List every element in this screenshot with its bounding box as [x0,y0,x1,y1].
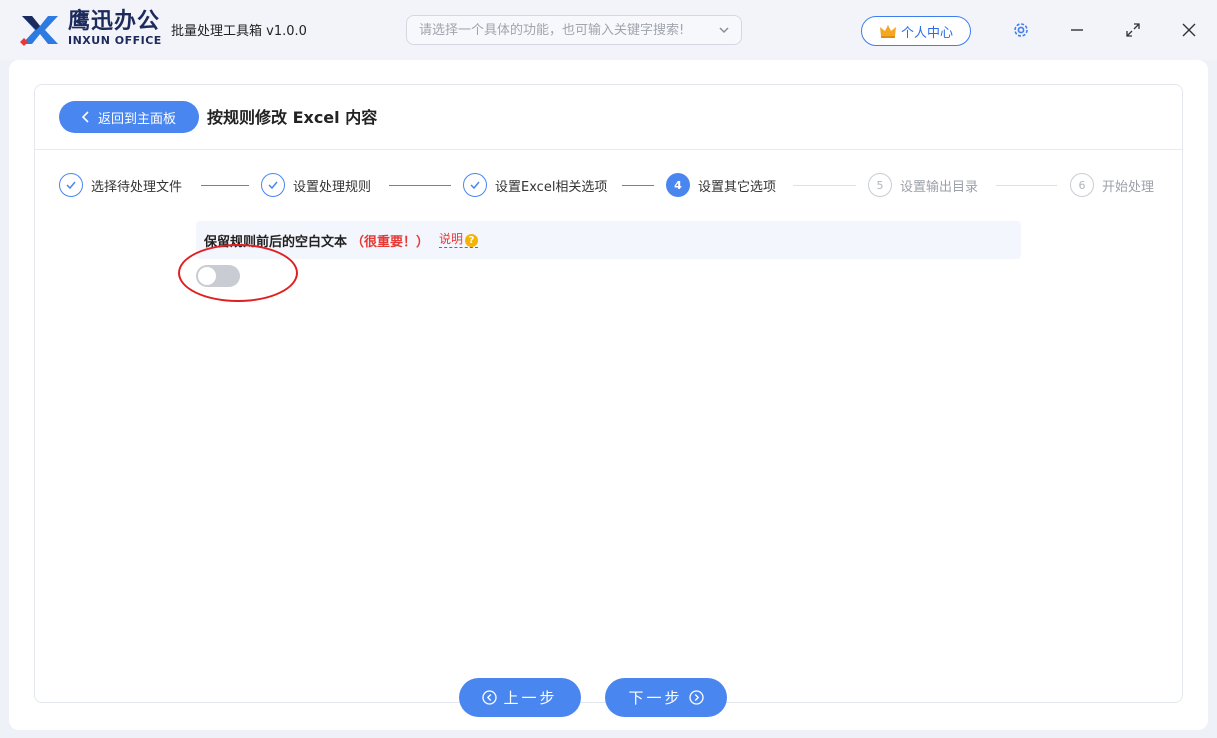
settings-button[interactable] [1009,18,1033,42]
step-number: 6 [1070,173,1094,197]
help-link[interactable]: 说明? [439,231,479,249]
search-box[interactable] [406,15,742,45]
back-to-main-button[interactable]: 返回到主面板 [59,101,199,133]
step-check-icon [261,173,285,197]
step-1: 选择待处理文件 [59,173,182,197]
step-connector [622,185,654,186]
chevron-down-icon[interactable] [717,23,731,37]
step-connector [389,185,451,186]
main-card [34,84,1183,703]
gear-icon [1014,23,1028,37]
search-input[interactable] [419,22,717,38]
step-3: 设置Excel相关选项 [463,173,607,197]
step-connector [793,185,856,186]
close-icon [1182,23,1196,37]
option-warning: （很重要！） [351,234,430,250]
step-5: 5 设置输出目录 [868,173,978,197]
page-title: 按规则修改 Excel 内容 [207,108,378,127]
brand-subtitle: INXUN OFFICE [68,34,162,47]
option-row: 保留规则前后的空白文本 （很重要！） 说明? [196,221,1021,259]
next-step-button[interactable]: 下一步 [605,678,727,717]
circle-chevron-right-icon [688,690,704,705]
step-number: 4 [666,173,690,197]
circle-chevron-left-icon [482,690,498,705]
step-label: 开始处理 [1102,179,1155,195]
step-check-icon [463,173,487,197]
step-check-icon [59,173,83,197]
highlight-annotation [178,244,298,302]
step-number: 5 [868,173,892,197]
minimize-icon [1071,29,1083,31]
help-label: 说明 [439,231,464,246]
next-step-label: 下一步 [628,689,683,707]
question-icon: ? [465,234,479,248]
expand-icon [1126,23,1140,37]
app-logo-icon [20,16,58,46]
step-label: 设置处理规则 [293,179,372,195]
app-title: 批量处理工具箱 v1.0.0 [171,24,307,39]
step-connector [201,185,249,186]
maximize-button[interactable] [1121,18,1145,42]
step-label: 设置Excel相关选项 [495,179,608,195]
user-center-label: 个人中心 [900,25,953,41]
minimize-button[interactable] [1065,18,1089,42]
previous-step-button[interactable]: 上一步 [459,678,581,717]
step-label: 设置输出目录 [900,179,979,195]
back-label: 返回到主面板 [97,111,176,127]
step-4: 4 设置其它选项 [666,173,776,197]
title-bar: 鹰迅办公 INXUN OFFICE 批量处理工具箱 v1.0.0 个人中心 [0,0,1217,60]
previous-step-label: 上一步 [503,689,558,707]
step-label: 设置其它选项 [698,179,777,195]
step-6: 6 开始处理 [1070,173,1154,197]
close-button[interactable] [1177,18,1201,42]
header-divider [35,149,1182,150]
step-label: 选择待处理文件 [91,179,183,195]
brand-name: 鹰迅办公 [68,9,161,34]
chevron-left-icon [81,111,89,123]
crown-icon [879,25,896,38]
step-2: 设置处理规则 [261,173,371,197]
step-connector [996,185,1057,186]
user-center-button[interactable]: 个人中心 [861,16,971,46]
